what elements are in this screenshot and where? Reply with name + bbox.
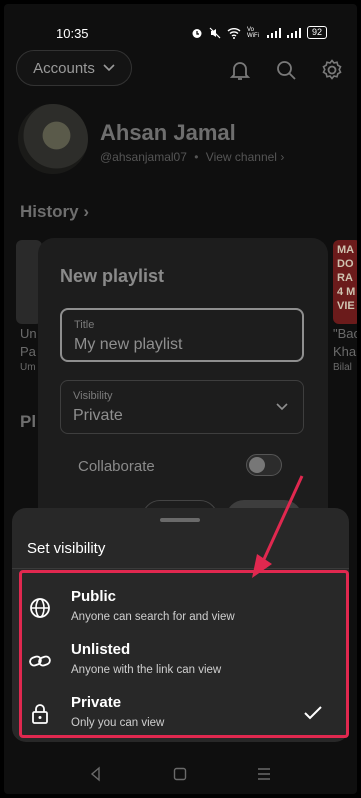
thumb-text-2: DO: [337, 258, 354, 270]
lock-icon: [32, 704, 48, 724]
history-text: Un: [20, 326, 37, 341]
history-text: Um: [20, 362, 36, 373]
battery-indicator: 92: [306, 26, 327, 39]
visibility-label: Visibility: [73, 390, 113, 402]
history-text: Pa: [20, 344, 36, 359]
history-heading[interactable]: History ›: [20, 202, 89, 222]
collaborate-label: Collaborate: [78, 458, 155, 475]
collaborate-toggle[interactable]: [246, 454, 282, 476]
alarm-icon: [192, 28, 202, 38]
history-text: Bilal: [333, 362, 352, 373]
title-field-label: Title: [74, 319, 95, 331]
accounts-label: Accounts: [33, 59, 95, 77]
link-icon: [29, 655, 51, 667]
visibility-select[interactable]: Visibility Private: [60, 380, 304, 434]
mute-icon: [209, 27, 221, 38]
thumb-text-4: 4 M: [337, 286, 356, 298]
wifi-icon: [227, 27, 241, 39]
avatar[interactable]: [18, 104, 88, 174]
visibility-value: Private: [73, 407, 123, 424]
thumb-text-5: VIE: [337, 300, 355, 312]
visibility-option-private[interactable]: Private Only you can view: [20, 688, 338, 740]
chevron-down-icon: [276, 403, 288, 411]
status-bar: 10:35 Vo WiFi 92: [4, 22, 357, 44]
visibility-option-public[interactable]: Public Anyone can search for and view: [20, 582, 338, 634]
profile-name: Ahsan Jamal: [100, 120, 236, 145]
sheet-title: Set visibility: [27, 540, 106, 557]
check-icon: [304, 706, 322, 720]
signal-text: Vo WiFi: [246, 26, 259, 39]
history-label: History: [20, 202, 79, 221]
history-text: "Bac: [333, 326, 357, 341]
search-icon[interactable]: [274, 58, 298, 82]
profile-handle-row: @ahsanjamal07 • View channel ›: [100, 150, 284, 164]
profile-separator: •: [194, 150, 199, 164]
status-icons: Vo WiFi 92: [191, 26, 327, 39]
history-text: Kha: [333, 344, 357, 359]
history-thumbnail-right[interactable]: MA DO RA 4 M VIE: [333, 240, 357, 324]
profile-handle: @ahsanjamal07: [100, 150, 187, 164]
dialog-title: New playlist: [60, 266, 165, 286]
accounts-dropdown[interactable]: Accounts: [16, 50, 132, 86]
signal-icon-2: [286, 27, 301, 38]
option-subtitle: Anyone can search for and view: [71, 611, 235, 623]
gear-icon[interactable]: [320, 58, 344, 82]
system-navigation-bar: [4, 754, 357, 794]
option-subtitle: Anyone with the link can view: [71, 664, 222, 676]
sheet-drag-handle[interactable]: [160, 518, 200, 522]
visibility-sheet: Set visibility Public Anyone can search …: [12, 508, 349, 742]
option-title: Private: [71, 694, 122, 711]
view-channel-link[interactable]: View channel: [206, 150, 277, 164]
thumb-text-3: RA: [337, 272, 353, 284]
chevron-down-icon: [103, 64, 115, 72]
signal-icon: [266, 27, 281, 38]
thumb-text-1: MA: [337, 244, 355, 256]
chevron-right-icon: ›: [280, 150, 285, 164]
divider: [12, 568, 349, 569]
option-subtitle: Only you can view: [71, 717, 165, 729]
recents-icon[interactable]: [256, 766, 272, 782]
visibility-option-unlisted[interactable]: Unlisted Anyone with the link can view: [20, 635, 338, 687]
option-title: Public: [71, 588, 117, 605]
bell-icon[interactable]: [228, 58, 252, 82]
status-time: 10:35: [56, 26, 89, 41]
app-frame: 10:35 Vo WiFi 92 Accounts Ahsan Jamal @a…: [4, 4, 357, 794]
title-field-value: My new playlist: [74, 336, 183, 353]
option-title: Unlisted: [71, 641, 131, 658]
back-icon[interactable]: [88, 766, 104, 782]
title-field[interactable]: Title My new playlist: [60, 308, 304, 362]
playlists-heading: Pl: [20, 412, 37, 431]
globe-icon: [30, 598, 50, 618]
chevron-right-icon: ›: [83, 202, 89, 221]
home-icon[interactable]: [172, 766, 188, 782]
